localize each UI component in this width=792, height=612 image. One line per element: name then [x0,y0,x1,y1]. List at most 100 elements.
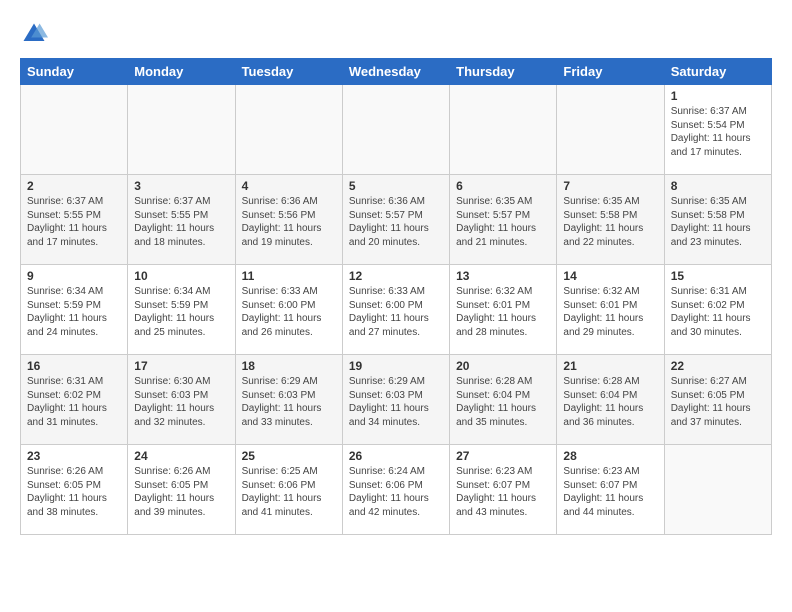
calendar-week-1: 1 Sunrise: 6:37 AM Sunset: 5:54 PM Daylig… [21,85,772,175]
calendar: SundayMondayTuesdayWednesdayThursdayFrid… [20,58,772,535]
day-content: Sunrise: 6:27 AM Sunset: 6:05 PM Dayligh… [671,375,765,429]
weekday-header-saturday: Saturday [664,59,771,85]
calendar-cell: 4 Sunrise: 6:36 AM Sunset: 5:56 PM Daylig… [235,175,342,265]
calendar-cell: 24 Sunrise: 6:26 AM Sunset: 6:05 PM Dayli… [128,445,235,535]
weekday-header-row: SundayMondayTuesdayWednesdayThursdayFrid… [21,59,772,85]
page-header [20,20,772,48]
day-content: Sunrise: 6:35 AM Sunset: 5:58 PM Dayligh… [671,195,765,249]
logo [20,20,52,48]
day-content: Sunrise: 6:28 AM Sunset: 6:04 PM Dayligh… [563,375,657,429]
calendar-cell: 11 Sunrise: 6:33 AM Sunset: 6:00 PM Dayli… [235,265,342,355]
calendar-cell: 17 Sunrise: 6:30 AM Sunset: 6:03 PM Dayli… [128,355,235,445]
calendar-cell: 26Sunrise: 6:24 AM Sunset: 6:06 PM Dayli… [342,445,449,535]
calendar-week-3: 9 Sunrise: 6:34 AM Sunset: 5:59 PM Daylig… [21,265,772,355]
day-content: Sunrise: 6:33 AM Sunset: 6:00 PM Dayligh… [242,285,336,339]
day-content: Sunrise: 6:29 AM Sunset: 6:03 PM Dayligh… [242,375,336,429]
calendar-cell [664,445,771,535]
day-number: 14 [563,269,657,283]
day-number: 1 [671,89,765,103]
calendar-cell: 12 Sunrise: 6:33 AM Sunset: 6:00 PM Dayli… [342,265,449,355]
day-number: 28 [563,449,657,463]
day-content: Sunrise: 6:37 AM Sunset: 5:55 PM Dayligh… [134,195,228,249]
day-content: Sunrise: 6:28 AM Sunset: 6:04 PM Dayligh… [456,375,550,429]
day-content: Sunrise: 6:35 AM Sunset: 5:57 PM Dayligh… [456,195,550,249]
day-content: Sunrise: 6:34 AM Sunset: 5:59 PM Dayligh… [27,285,121,339]
calendar-cell: 23Sunrise: 6:26 AM Sunset: 6:05 PM Dayli… [21,445,128,535]
day-number: 19 [349,359,443,373]
weekday-header-thursday: Thursday [450,59,557,85]
calendar-cell: 25 Sunrise: 6:25 AM Sunset: 6:06 PM Dayli… [235,445,342,535]
day-number: 16 [27,359,121,373]
day-content: Sunrise: 6:33 AM Sunset: 6:00 PM Dayligh… [349,285,443,339]
calendar-cell: 19 Sunrise: 6:29 AM Sunset: 6:03 PM Dayli… [342,355,449,445]
day-content: Sunrise: 6:23 AM Sunset: 6:07 PM Dayligh… [456,465,550,519]
calendar-cell: 21 Sunrise: 6:28 AM Sunset: 6:04 PM Dayli… [557,355,664,445]
weekday-header-friday: Friday [557,59,664,85]
day-number: 8 [671,179,765,193]
calendar-cell: 5Sunrise: 6:36 AM Sunset: 5:57 PM Daylig… [342,175,449,265]
calendar-week-4: 16 Sunrise: 6:31 AM Sunset: 6:02 PM Dayli… [21,355,772,445]
day-content: Sunrise: 6:31 AM Sunset: 6:02 PM Dayligh… [27,375,121,429]
day-number: 18 [242,359,336,373]
day-number: 25 [242,449,336,463]
calendar-cell: 7 Sunrise: 6:35 AM Sunset: 5:58 PM Daylig… [557,175,664,265]
day-number: 3 [134,179,228,193]
day-number: 12 [349,269,443,283]
calendar-cell [21,85,128,175]
day-number: 15 [671,269,765,283]
calendar-cell: 6 Sunrise: 6:35 AM Sunset: 5:57 PM Daylig… [450,175,557,265]
day-number: 6 [456,179,550,193]
day-number: 2 [27,179,121,193]
calendar-cell: 13Sunrise: 6:32 AM Sunset: 6:01 PM Dayli… [450,265,557,355]
calendar-week-2: 2 Sunrise: 6:37 AM Sunset: 5:55 PM Daylig… [21,175,772,265]
calendar-cell: 2 Sunrise: 6:37 AM Sunset: 5:55 PM Daylig… [21,175,128,265]
calendar-cell [450,85,557,175]
calendar-cell: 18 Sunrise: 6:29 AM Sunset: 6:03 PM Dayli… [235,355,342,445]
day-number: 11 [242,269,336,283]
day-content: Sunrise: 6:36 AM Sunset: 5:56 PM Dayligh… [242,195,336,249]
calendar-cell [557,85,664,175]
day-content: Sunrise: 6:37 AM Sunset: 5:54 PM Dayligh… [671,105,765,159]
day-content: Sunrise: 6:26 AM Sunset: 6:05 PM Dayligh… [134,465,228,519]
calendar-cell [128,85,235,175]
weekday-header-tuesday: Tuesday [235,59,342,85]
weekday-header-wednesday: Wednesday [342,59,449,85]
calendar-cell: 15 Sunrise: 6:31 AM Sunset: 6:02 PM Dayli… [664,265,771,355]
calendar-cell: 28 Sunrise: 6:23 AM Sunset: 6:07 PM Dayli… [557,445,664,535]
calendar-cell: 14 Sunrise: 6:32 AM Sunset: 6:01 PM Dayli… [557,265,664,355]
day-number: 22 [671,359,765,373]
day-number: 17 [134,359,228,373]
day-number: 4 [242,179,336,193]
day-number: 20 [456,359,550,373]
calendar-cell: 16 Sunrise: 6:31 AM Sunset: 6:02 PM Dayli… [21,355,128,445]
day-content: Sunrise: 6:31 AM Sunset: 6:02 PM Dayligh… [671,285,765,339]
calendar-cell: 3 Sunrise: 6:37 AM Sunset: 5:55 PM Daylig… [128,175,235,265]
logo-icon [20,20,48,48]
day-number: 23 [27,449,121,463]
day-content: Sunrise: 6:23 AM Sunset: 6:07 PM Dayligh… [563,465,657,519]
day-number: 9 [27,269,121,283]
calendar-cell [342,85,449,175]
day-content: Sunrise: 6:32 AM Sunset: 6:01 PM Dayligh… [563,285,657,339]
weekday-header-monday: Monday [128,59,235,85]
calendar-cell: 27 Sunrise: 6:23 AM Sunset: 6:07 PM Dayli… [450,445,557,535]
calendar-cell: 10 Sunrise: 6:34 AM Sunset: 5:59 PM Dayli… [128,265,235,355]
day-number: 10 [134,269,228,283]
day-number: 21 [563,359,657,373]
day-content: Sunrise: 6:37 AM Sunset: 5:55 PM Dayligh… [27,195,121,249]
day-number: 24 [134,449,228,463]
day-content: Sunrise: 6:35 AM Sunset: 5:58 PM Dayligh… [563,195,657,249]
day-content: Sunrise: 6:29 AM Sunset: 6:03 PM Dayligh… [349,375,443,429]
day-content: Sunrise: 6:36 AM Sunset: 5:57 PM Dayligh… [349,195,443,249]
calendar-cell: 22 Sunrise: 6:27 AM Sunset: 6:05 PM Dayli… [664,355,771,445]
day-number: 27 [456,449,550,463]
calendar-cell: 1 Sunrise: 6:37 AM Sunset: 5:54 PM Daylig… [664,85,771,175]
day-content: Sunrise: 6:34 AM Sunset: 5:59 PM Dayligh… [134,285,228,339]
calendar-cell: 20 Sunrise: 6:28 AM Sunset: 6:04 PM Dayli… [450,355,557,445]
day-content: Sunrise: 6:32 AM Sunset: 6:01 PM Dayligh… [456,285,550,339]
day-number: 7 [563,179,657,193]
day-content: Sunrise: 6:30 AM Sunset: 6:03 PM Dayligh… [134,375,228,429]
day-number: 26 [349,449,443,463]
day-content: Sunrise: 6:25 AM Sunset: 6:06 PM Dayligh… [242,465,336,519]
weekday-header-sunday: Sunday [21,59,128,85]
